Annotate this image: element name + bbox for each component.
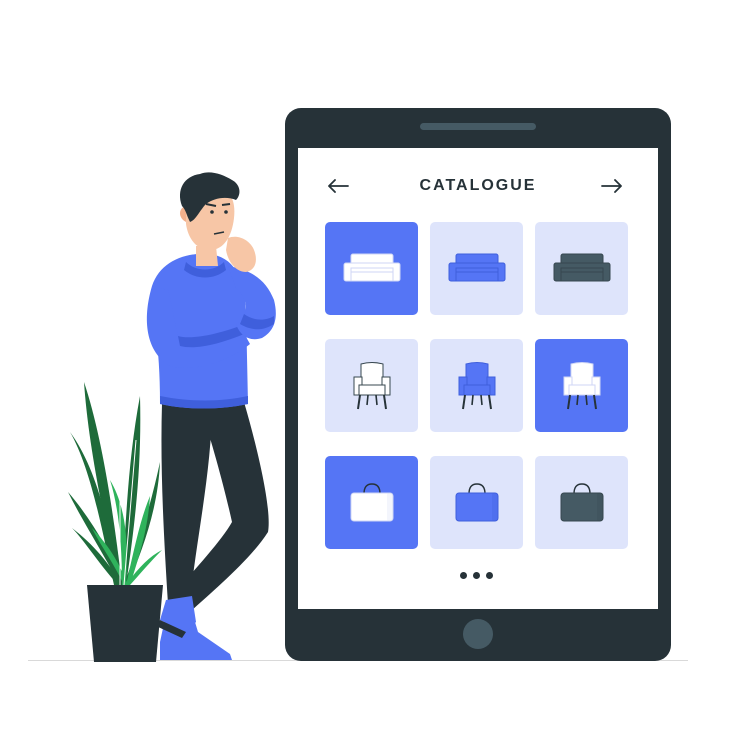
home-button[interactable] [463, 619, 493, 649]
bag-icon [453, 482, 501, 524]
catalogue-item[interactable] [430, 222, 523, 315]
sofa-icon [447, 252, 507, 286]
illustration: CATALOGUE [0, 0, 750, 751]
next-button[interactable] [598, 174, 626, 198]
previous-button[interactable] [324, 174, 352, 198]
armchair-icon [562, 361, 602, 411]
sofa-icon [552, 252, 612, 286]
catalogue-item[interactable] [325, 456, 418, 549]
armchair-icon [352, 361, 392, 411]
tablet-screen: CATALOGUE [298, 148, 658, 609]
catalogue-item[interactable] [535, 222, 628, 315]
catalogue-item[interactable] [325, 222, 418, 315]
page-title: CATALOGUE [419, 177, 537, 194]
catalogue-item[interactable] [325, 339, 418, 432]
armchair-icon [457, 361, 497, 411]
sofa-icon [342, 252, 402, 286]
catalogue-item[interactable] [535, 339, 628, 432]
tablet-speaker [420, 123, 536, 130]
catalogue-item[interactable] [430, 339, 523, 432]
arrow-left-icon [328, 179, 349, 193]
bag-icon [348, 482, 396, 524]
catalogue-item[interactable] [430, 456, 523, 549]
catalogue-item[interactable] [535, 456, 628, 549]
bag-icon [558, 482, 606, 524]
catalogue-header: CATALOGUE [298, 174, 658, 198]
arrow-right-icon [601, 179, 622, 193]
more-dots-icon[interactable] [460, 572, 493, 579]
tablet-device: CATALOGUE [285, 108, 671, 661]
